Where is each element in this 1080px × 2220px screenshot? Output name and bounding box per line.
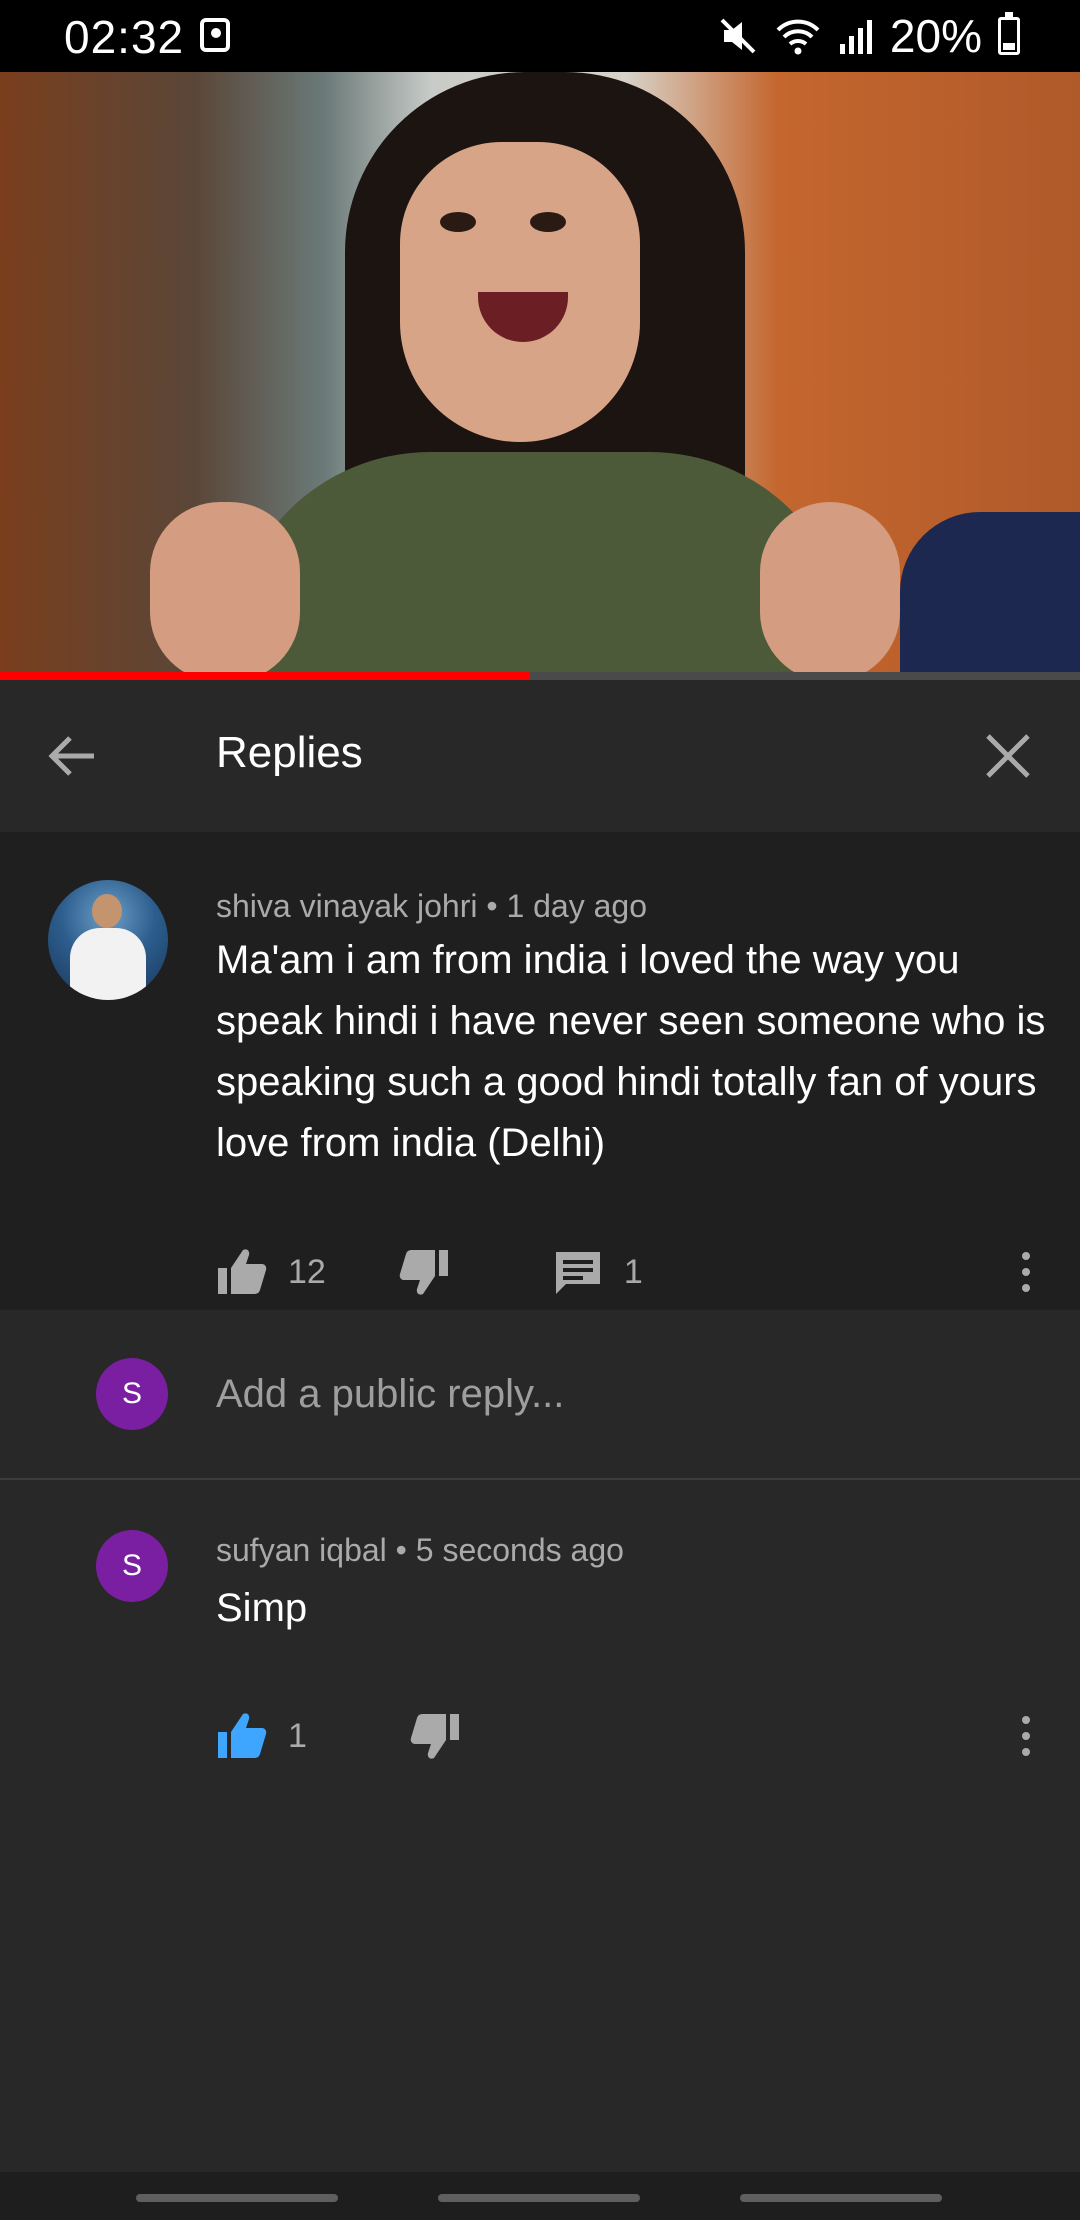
page-title: Replies	[216, 728, 363, 777]
alarm-icon	[200, 18, 230, 52]
video-figure-hand	[150, 502, 300, 680]
battery-icon	[998, 12, 1020, 55]
comment-time: 1 day ago	[506, 888, 647, 924]
avatar[interactable]	[48, 880, 168, 1000]
like-count: 12	[288, 1252, 326, 1291]
comment-text: Ma'am i am from india i loved the way yo…	[216, 938, 1046, 1165]
wifi-icon	[776, 19, 820, 55]
meta-separator: •	[486, 888, 498, 924]
comment-actions: 1	[216, 1704, 461, 1768]
more-options-icon[interactable]	[1010, 1240, 1042, 1304]
comment-author[interactable]: shiva vinayak johri	[216, 888, 477, 924]
like-count: 1	[288, 1716, 307, 1755]
video-player[interactable]	[0, 72, 1080, 680]
avatar-figure	[70, 928, 146, 1000]
close-icon[interactable]	[976, 724, 1040, 788]
meta-separator: •	[395, 1532, 407, 1568]
video-progress-fill	[0, 672, 530, 680]
video-figure-body	[230, 452, 850, 680]
avatar: S	[96, 1358, 168, 1430]
comment-meta: sufyan iqbal • 5 seconds ago	[216, 1532, 624, 1569]
video-figure-hand	[760, 502, 900, 680]
status-bar: 02:32 20%	[0, 0, 1080, 72]
nav-back-button[interactable]	[740, 2194, 942, 2202]
comment-icon[interactable]	[552, 1246, 604, 1298]
system-nav-bar	[0, 2172, 1080, 2220]
video-background-motorcycle	[900, 512, 1080, 680]
signal-icon	[839, 20, 872, 54]
thumb-up-icon[interactable]	[216, 1246, 268, 1298]
thumb-down-icon[interactable]	[409, 1710, 461, 1762]
video-figure-eye	[530, 212, 566, 232]
comment-actions: 12 1	[216, 1240, 643, 1304]
reply-comment: S sufyan iqbal • 5 seconds ago Simp 1	[0, 1482, 1080, 2172]
nav-recents-button[interactable]	[136, 2194, 338, 2202]
thumb-up-icon[interactable]	[216, 1710, 268, 1762]
comment-time: 5 seconds ago	[415, 1532, 624, 1568]
reply-input[interactable]: Add a public reply...	[216, 1372, 564, 1417]
reply-count: 1	[623, 1252, 643, 1291]
avatar-figure-head	[92, 894, 122, 928]
video-progress-bar[interactable]	[0, 672, 1080, 680]
replies-header: Replies	[0, 680, 1080, 832]
comment-text: Simp	[216, 1586, 308, 1630]
comment-author[interactable]: sufyan iqbal	[216, 1532, 387, 1568]
more-options-icon[interactable]	[1010, 1704, 1042, 1768]
nav-home-button[interactable]	[438, 2194, 640, 2202]
arrow-left-icon[interactable]	[40, 724, 104, 788]
comment-meta: shiva vinayak johri • 1 day ago	[216, 888, 647, 925]
thumb-down-icon[interactable]	[398, 1246, 450, 1298]
battery-percent: 20%	[889, 10, 982, 62]
status-icons: 20%	[718, 8, 1020, 64]
video-figure-eye	[440, 212, 476, 232]
add-reply-box[interactable]: S Add a public reply...	[0, 1310, 1080, 1480]
parent-comment: shiva vinayak johri • 1 day ago Ma'am i …	[0, 832, 1080, 1310]
mute-icon	[720, 18, 756, 54]
avatar[interactable]: S	[96, 1530, 168, 1602]
status-time: 02:32	[64, 11, 185, 63]
